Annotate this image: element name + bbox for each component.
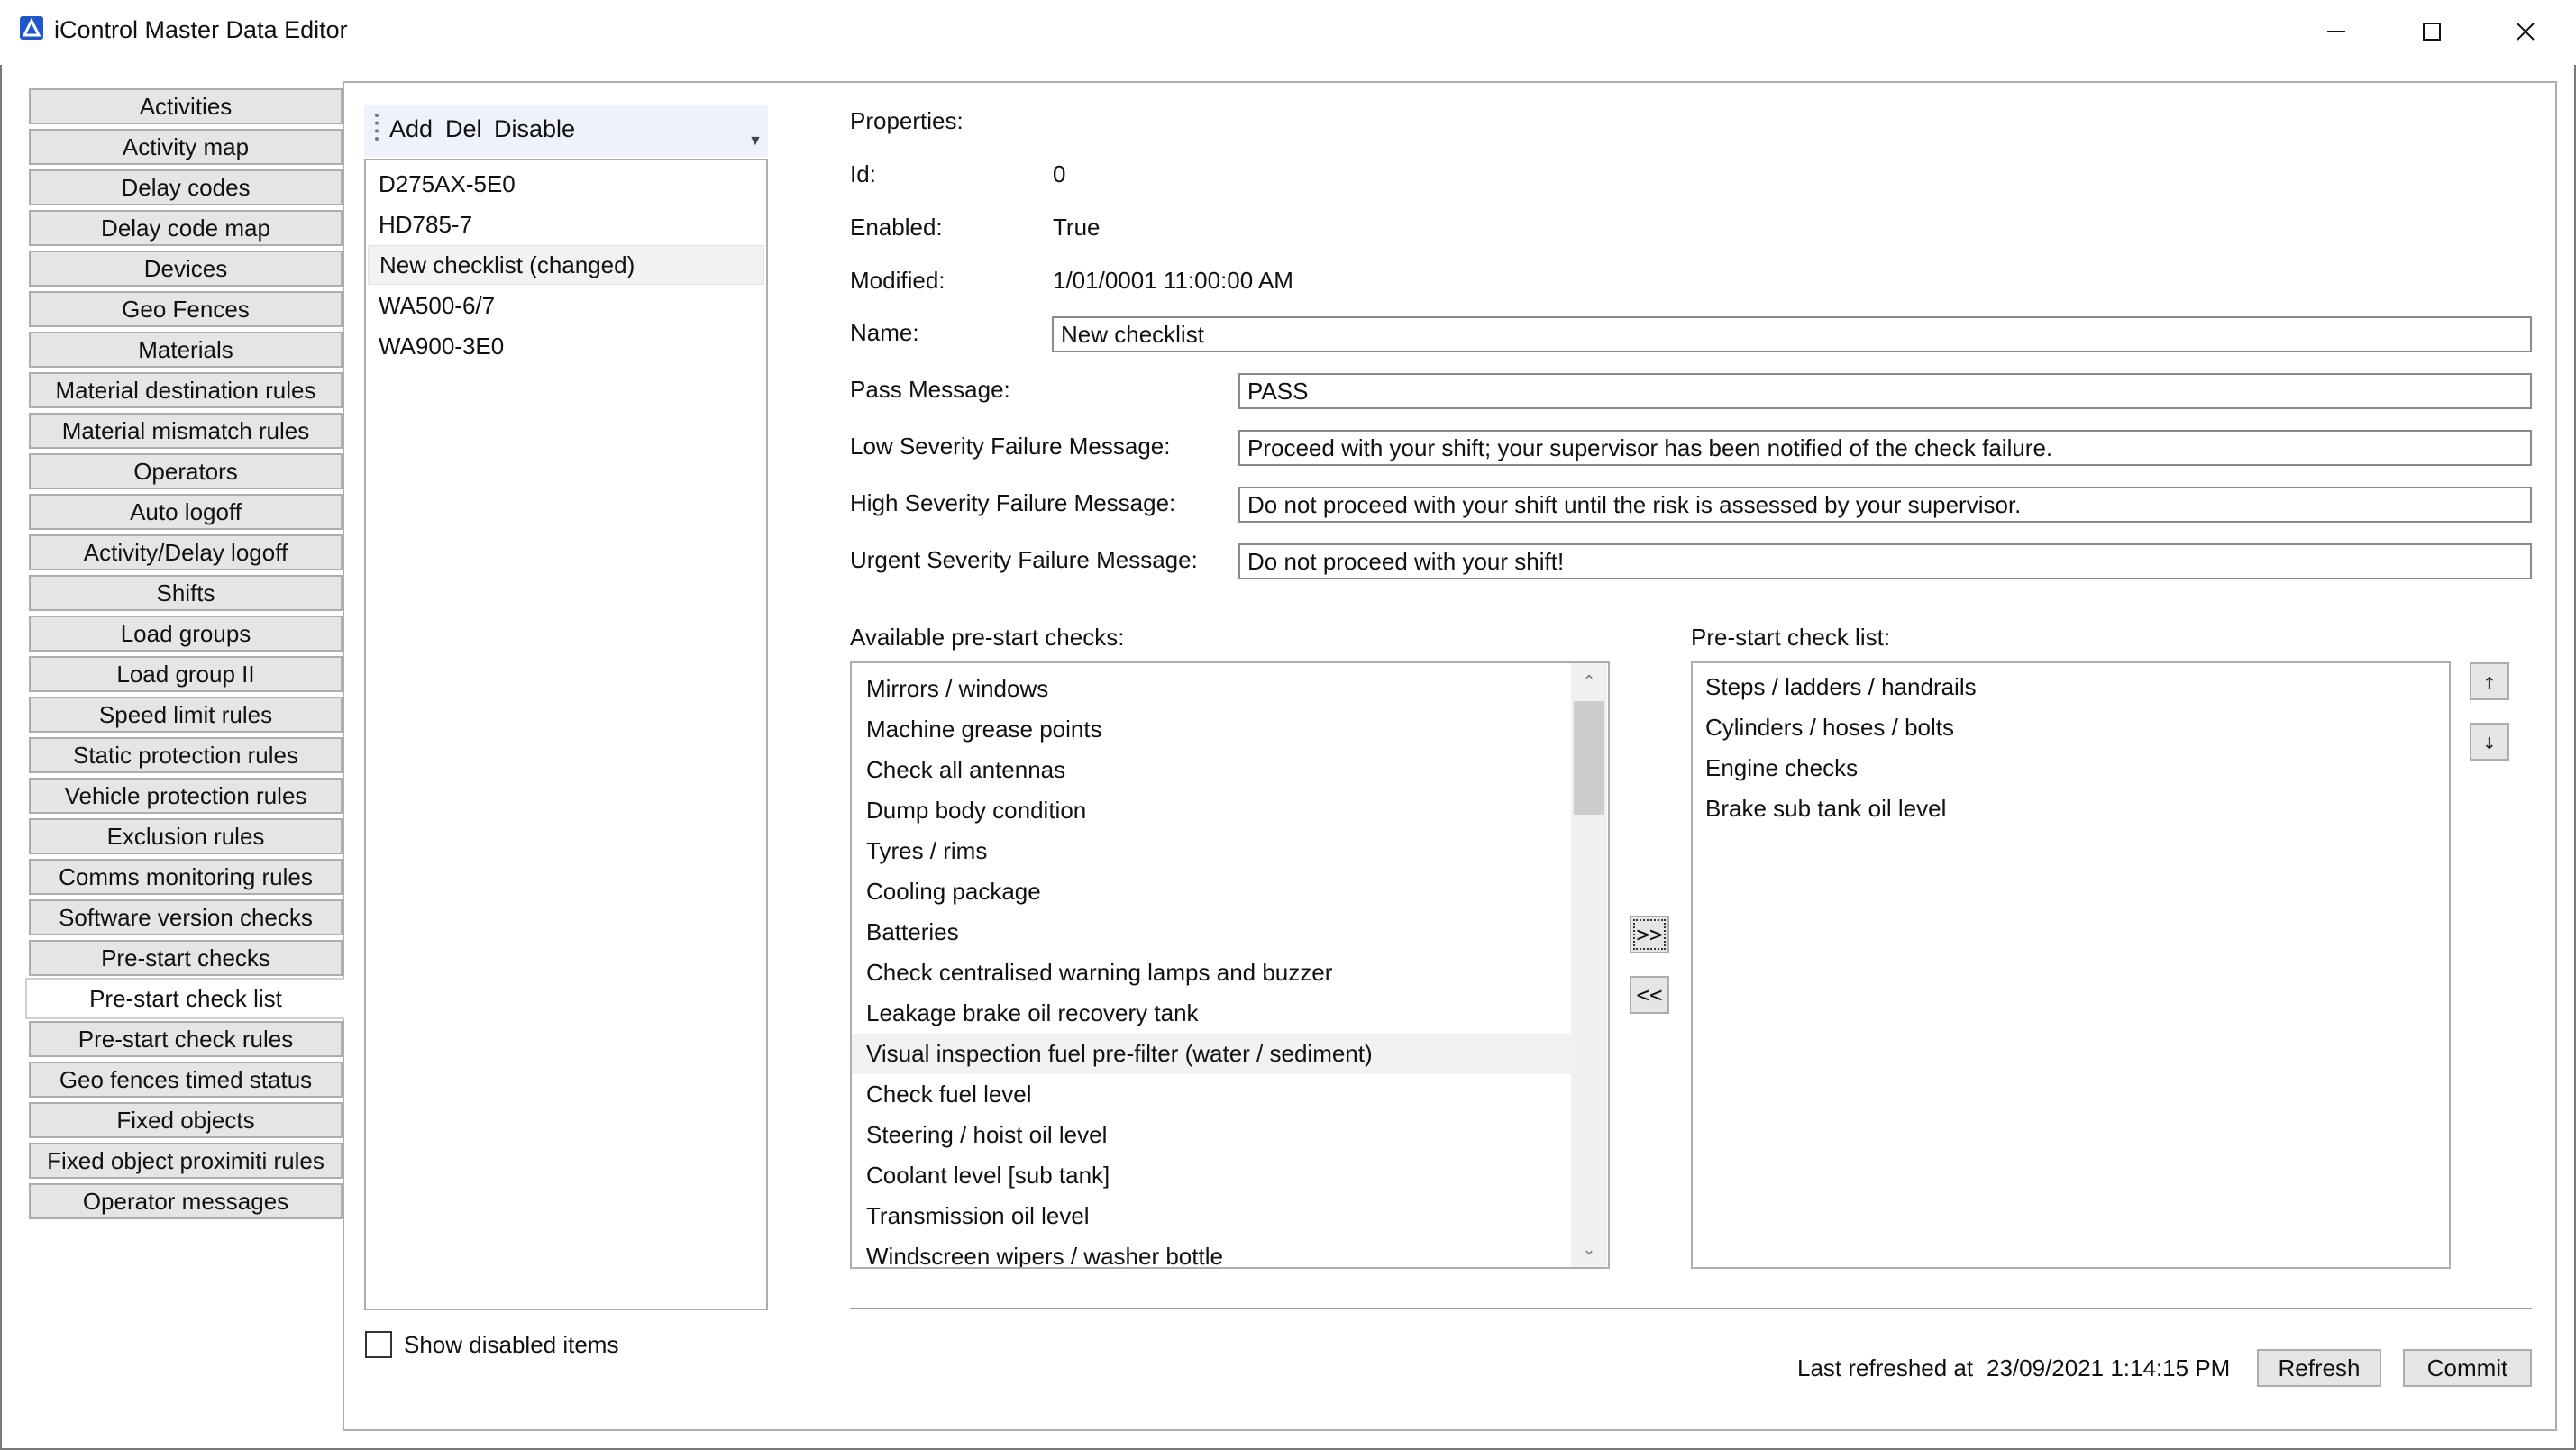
delete-button[interactable]: Del (445, 115, 482, 143)
show-disabled-label: Show disabled items (404, 1331, 619, 1358)
nav-item-activity-map[interactable]: Activity map (29, 129, 343, 165)
checklist-item[interactable]: New checklist (changed) (368, 245, 764, 285)
toolbar-grip-icon[interactable] (375, 114, 379, 141)
available-check-item[interactable]: Machine grease points (852, 709, 1573, 750)
modified-value: 1/01/0001 11:00:00 AM (1053, 267, 1293, 294)
window-title: iControl Master Data Editor (54, 16, 348, 43)
available-check-item[interactable]: Check fuel level (852, 1074, 1573, 1115)
available-check-item[interactable]: Transmission oil level (852, 1196, 1573, 1236)
disable-button[interactable]: Disable (494, 115, 575, 143)
urgent-severity-label: Urgent Severity Failure Message: (850, 546, 1198, 573)
available-scroll-thumb[interactable] (1574, 701, 1604, 815)
move-up-button[interactable]: ↑ (2470, 662, 2509, 700)
nav-item-activity-delay-logoff[interactable]: Activity/Delay logoff (29, 534, 343, 570)
nav-item-fixed-object-proximiti-rules[interactable]: Fixed object proximiti rules (29, 1143, 343, 1179)
pass-message-field[interactable]: PASS (1238, 373, 2532, 409)
high-severity-field[interactable]: Do not proceed with your shift until the… (1238, 487, 2532, 523)
nav-item-operators[interactable]: Operators (29, 453, 343, 489)
show-disabled-checkbox[interactable] (365, 1331, 392, 1358)
nav-item-geo-fences-timed-status[interactable]: Geo fences timed status (29, 1062, 343, 1098)
nav-item-activities[interactable]: Activities (29, 88, 343, 124)
nav-item-material-mismatch-rules[interactable]: Material mismatch rules (29, 413, 343, 449)
enabled-value: True (1053, 214, 1101, 241)
nav-item-pre-start-check-rules[interactable]: Pre-start check rules (29, 1021, 343, 1057)
nav-item-vehicle-protection-rules[interactable]: Vehicle protection rules (29, 778, 343, 814)
nav-item-load-groups[interactable]: Load groups (29, 616, 343, 652)
nav-item-operator-messages[interactable]: Operator messages (29, 1183, 343, 1219)
checklist-item[interactable]: WA500-6/7 (368, 286, 764, 325)
remove-from-checklist-button[interactable]: << (1630, 976, 1669, 1014)
minimize-icon[interactable] (2300, 9, 2372, 54)
nav-item-speed-limit-rules[interactable]: Speed limit rules (29, 697, 343, 733)
nav-item-static-protection-rules[interactable]: Static protection rules (29, 737, 343, 773)
checklist-label: Pre-start check list: (1691, 624, 1891, 651)
nav-item-delay-code-map[interactable]: Delay code map (29, 210, 343, 246)
nav-item-exclusion-rules[interactable]: Exclusion rules (29, 818, 343, 854)
checklist-item[interactable]: HD785-7 (368, 205, 764, 244)
nav-item-pre-start-checks[interactable]: Pre-start checks (29, 940, 343, 976)
move-down-button[interactable]: ↓ (2470, 723, 2509, 761)
nav-item-geo-fences[interactable]: Geo Fences (29, 291, 343, 327)
available-checks-list[interactable]: Mirrors / windows Machine grease points Ch… (850, 661, 1610, 1269)
nav-item-material-destination-rules[interactable]: Material destination rules (29, 372, 343, 408)
nav-item-software-version-checks[interactable]: Software version checks (29, 899, 343, 935)
id-value: 0 (1053, 160, 1066, 187)
available-check-item[interactable]: Mirrors / windows (852, 669, 1573, 709)
available-check-item[interactable]: Steering / hoist oil level (852, 1115, 1573, 1155)
properties-heading: Properties: (850, 107, 964, 134)
nav-item-fixed-objects[interactable]: Fixed objects (29, 1102, 343, 1138)
urgent-severity-field[interactable]: Do not proceed with your shift! (1238, 543, 2532, 579)
nav-item-devices[interactable]: Devices (29, 251, 343, 287)
add-button[interactable]: Add (389, 115, 433, 143)
available-check-item[interactable]: Leakage brake oil recovery tank (852, 993, 1573, 1034)
low-severity-label: Low Severity Failure Message: (850, 433, 1171, 460)
high-severity-label: High Severity Failure Message: (850, 489, 1176, 516)
available-check-item[interactable]: Check centralised warning lamps and buzz… (852, 953, 1573, 993)
id-label: Id: (850, 160, 876, 187)
nav-item-load-group-ii[interactable]: Load group II (29, 656, 343, 692)
close-icon[interactable] (2489, 9, 2562, 54)
available-check-item[interactable]: Tyres / rims (852, 831, 1573, 871)
checklist-entry[interactable]: Brake sub tank oil level (1693, 789, 2414, 829)
available-checks-label: Available pre-start checks: (850, 624, 1125, 651)
add-to-checklist-button[interactable]: >> (1630, 916, 1669, 953)
available-check-item[interactable]: Dump body condition (852, 790, 1573, 831)
name-field[interactable]: New checklist (1052, 316, 2532, 352)
last-refreshed-label: Last refreshed at (1797, 1354, 1974, 1382)
available-check-item[interactable]: Windscreen wipers / washer bottle (852, 1236, 1573, 1267)
checklist-entry[interactable]: Cylinders / hoses / bolts (1693, 707, 2414, 748)
footer-separator (850, 1308, 2532, 1309)
available-check-item[interactable]: Batteries (852, 912, 1573, 953)
app-icon (20, 16, 43, 40)
commit-button[interactable]: Commit (2403, 1349, 2532, 1387)
checklist-item[interactable]: D275AX-5E0 (368, 164, 764, 204)
name-label: Name: (850, 319, 919, 346)
enabled-label: Enabled: (850, 214, 943, 241)
overflow-chevron-icon[interactable]: ▼ (748, 133, 763, 150)
nav-item-pre-start-check-list[interactable]: Pre-start check list (25, 978, 344, 1019)
title-bar[interactable] (0, 0, 2576, 65)
checklist-item[interactable]: WA900-3E0 (368, 326, 764, 366)
nav-item-auto-logoff[interactable]: Auto logoff (29, 494, 343, 530)
available-check-item[interactable]: Coolant level [sub tank] (852, 1155, 1573, 1196)
last-refreshed-value: 23/09/2021 1:14:15 PM (1987, 1354, 2231, 1382)
checklist-entry[interactable]: Engine checks (1693, 748, 2414, 789)
low-severity-field[interactable]: Proceed with your shift; your supervisor… (1238, 430, 2532, 466)
available-check-item[interactable]: Check all antennas (852, 750, 1573, 790)
scroll-up-icon[interactable]: ⌃ (1571, 665, 1607, 698)
nav-item-shifts[interactable]: Shifts (29, 575, 343, 611)
checklist-entry[interactable]: Steps / ladders / handrails (1693, 667, 2414, 707)
pass-message-label: Pass Message: (850, 376, 1010, 403)
modified-label: Modified: (850, 267, 945, 294)
refresh-button[interactable]: Refresh (2257, 1349, 2381, 1387)
available-check-item[interactable]: Visual inspection fuel pre-filter (water… (852, 1034, 1573, 1074)
nav-item-comms-monitoring-rules[interactable]: Comms monitoring rules (29, 859, 343, 895)
nav-item-delay-codes[interactable]: Delay codes (29, 169, 343, 205)
nav-item-materials[interactable]: Materials (29, 332, 343, 368)
scroll-down-icon[interactable]: ⌄ (1571, 1233, 1607, 1265)
available-check-item[interactable]: Cooling package (852, 871, 1573, 912)
maximize-icon[interactable] (2396, 9, 2468, 54)
